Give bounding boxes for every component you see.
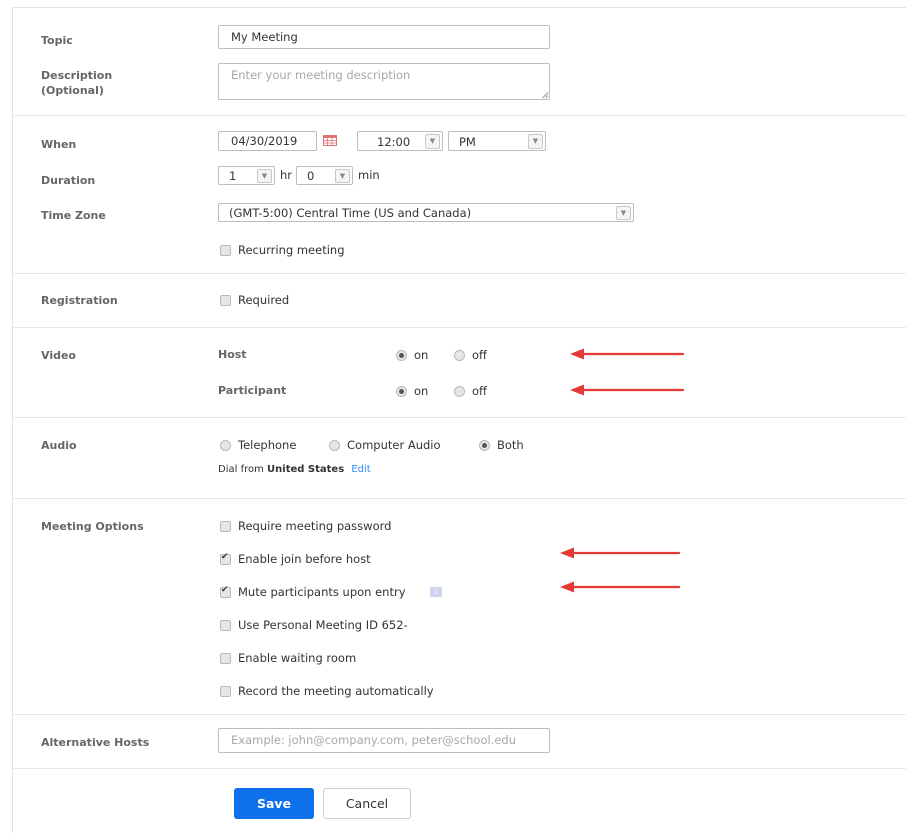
meeting-options-label: Meeting Options: [41, 520, 144, 533]
section-divider: [13, 273, 906, 274]
waiting-room-checkbox[interactable]: [220, 653, 231, 664]
section-divider: [13, 768, 906, 769]
alternative-hosts-label: Alternative Hosts: [41, 736, 150, 749]
duration-hours-select[interactable]: 1 ▼: [218, 166, 275, 185]
calendar-icon[interactable]: [323, 135, 337, 146]
video-host-label: Host: [218, 348, 247, 361]
info-icon[interactable]: i: [430, 587, 442, 597]
schedule-meeting-form: Topic My Meeting Description (Optional) …: [12, 7, 906, 833]
description-textarea[interactable]: Enter your meeting description: [218, 63, 550, 100]
audio-computer-radio[interactable]: [329, 440, 340, 451]
audio-telephone-label: Telephone: [238, 438, 297, 452]
video-host-off-label: off: [472, 348, 487, 362]
audio-computer-label: Computer Audio: [347, 438, 441, 452]
topic-value: My Meeting: [231, 30, 298, 44]
duration-hours-value: 1: [229, 169, 237, 183]
resize-grip-icon[interactable]: [542, 92, 548, 98]
video-participant-label: Participant: [218, 384, 287, 397]
annotation-arrow-icon: [570, 384, 685, 396]
alternative-hosts-placeholder: Example: john@company.com, peter@school.…: [231, 733, 516, 747]
duration-label: Duration: [41, 174, 96, 187]
registration-required-checkbox[interactable]: [220, 295, 231, 306]
ampm-select[interactable]: PM ▼: [448, 131, 546, 151]
topic-input[interactable]: My Meeting: [218, 25, 550, 49]
description-label-line2: (Optional): [41, 84, 104, 97]
video-participant-off-radio[interactable]: [454, 386, 465, 397]
chevron-down-icon: ▼: [425, 134, 440, 149]
timezone-select[interactable]: (GMT-5:00) Central Time (US and Canada) …: [218, 203, 634, 222]
section-divider: [13, 714, 906, 715]
section-divider: [13, 327, 906, 328]
ampm-value: PM: [459, 135, 476, 149]
hours-unit: hr: [280, 168, 293, 182]
dial-from-text: Dial from United States Edit: [218, 464, 371, 475]
video-host-on-radio[interactable]: [396, 350, 407, 361]
video-label: Video: [41, 349, 76, 362]
dial-from-country: United States: [267, 464, 345, 475]
topic-label: Topic: [41, 34, 73, 47]
audio-both-label: Both: [497, 438, 524, 452]
section-divider: [13, 417, 906, 418]
description-placeholder: Enter your meeting description: [231, 68, 411, 82]
alternative-hosts-input[interactable]: Example: john@company.com, peter@school.…: [218, 728, 550, 753]
join-before-host-label: Enable join before host: [238, 552, 371, 566]
section-divider: [13, 498, 906, 499]
mute-upon-entry-label: Mute participants upon entry: [238, 585, 406, 599]
chevron-down-icon: ▼: [616, 206, 631, 220]
date-input[interactable]: 04/30/2019: [218, 131, 317, 151]
when-label: When: [41, 138, 77, 151]
section-divider: [13, 115, 906, 116]
time-select[interactable]: 12:00 ▼: [357, 131, 443, 151]
require-password-checkbox[interactable]: [220, 521, 231, 532]
annotation-arrow-icon: [560, 547, 681, 559]
video-host-off-radio[interactable]: [454, 350, 465, 361]
video-participant-on-radio[interactable]: [396, 386, 407, 397]
duration-minutes-value: 0: [307, 169, 315, 183]
description-label: Description (Optional): [41, 68, 112, 98]
mute-upon-entry-checkbox[interactable]: [220, 585, 231, 598]
audio-label: Audio: [41, 439, 77, 452]
date-value: 04/30/2019: [231, 134, 298, 148]
chevron-down-icon: ▼: [257, 169, 272, 183]
waiting-room-label: Enable waiting room: [238, 651, 357, 665]
annotation-arrow-icon: [560, 581, 681, 593]
personal-meeting-id-checkbox[interactable]: [220, 620, 231, 631]
chevron-down-icon: ▼: [335, 169, 350, 183]
registration-required-label: Required: [238, 293, 290, 307]
video-participant-off-label: off: [472, 384, 487, 398]
recurring-label: Recurring meeting: [238, 243, 345, 257]
save-button[interactable]: Save: [234, 788, 314, 819]
require-password-label: Require meeting password: [238, 519, 392, 533]
cancel-button[interactable]: Cancel: [323, 788, 411, 819]
annotation-arrow-icon: [570, 348, 685, 360]
dial-edit-link[interactable]: Edit: [351, 464, 370, 475]
time-value: 12:00: [377, 135, 411, 149]
duration-minutes-select[interactable]: 0 ▼: [296, 166, 353, 185]
personal-meeting-id-label: Use Personal Meeting ID 652-: [238, 618, 408, 632]
dial-from-prefix: Dial from: [218, 464, 264, 475]
record-automatically-label: Record the meeting automatically: [238, 684, 434, 698]
record-automatically-checkbox[interactable]: [220, 686, 231, 697]
join-before-host-checkbox[interactable]: [220, 552, 231, 565]
minutes-unit: min: [358, 168, 380, 182]
video-host-on-label: on: [414, 348, 429, 362]
description-label-line1: Description: [41, 69, 113, 82]
recurring-checkbox[interactable]: [220, 245, 231, 256]
registration-label: Registration: [41, 294, 118, 307]
timezone-label: Time Zone: [41, 209, 106, 222]
timezone-value: (GMT-5:00) Central Time (US and Canada): [229, 206, 472, 220]
chevron-down-icon: ▼: [528, 134, 543, 149]
audio-both-radio[interactable]: [479, 440, 490, 451]
video-participant-on-label: on: [414, 384, 429, 398]
audio-telephone-radio[interactable]: [220, 440, 231, 451]
